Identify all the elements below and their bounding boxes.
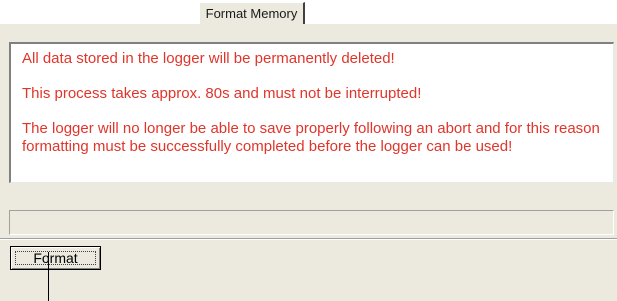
warning-line-abort: The logger will no longer be able to sav… — [22, 120, 600, 155]
tab-strip: Format Memory — [0, 0, 617, 25]
format-button-label: Format — [33, 250, 78, 266]
warning-line-data-deleted: All data stored in the logger will be pe… — [22, 50, 395, 67]
format-button[interactable]: Format — [10, 246, 101, 270]
format-progress-bar — [9, 210, 614, 235]
footer-separator — [0, 238, 617, 240]
tab-label: Format Memory — [205, 6, 298, 21]
warning-line-duration: This process takes approx. 80s and must … — [22, 85, 422, 102]
text-cursor-icon — [48, 252, 49, 301]
warning-message-box: All data stored in the logger will be pe… — [9, 42, 614, 183]
tab-format-memory[interactable]: Format Memory — [199, 2, 305, 25]
